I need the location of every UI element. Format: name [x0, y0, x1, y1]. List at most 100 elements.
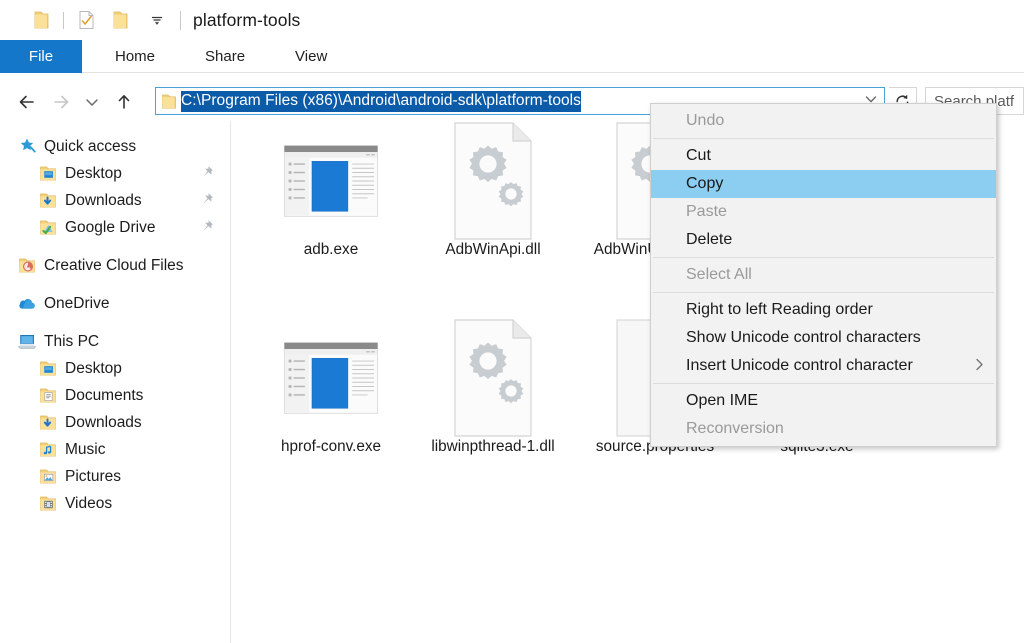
- videos-folder-icon: [38, 494, 58, 514]
- tab-share[interactable]: Share: [186, 40, 264, 73]
- app-window-icon: [283, 328, 379, 428]
- sidebar-label: Music: [65, 442, 105, 458]
- gears-dll-icon: [445, 131, 541, 231]
- sidebar-item-videos[interactable]: Videos: [0, 490, 230, 517]
- folder-icon[interactable]: [28, 7, 54, 33]
- context-menu-separator: [653, 138, 994, 139]
- new-folder-icon[interactable]: [107, 7, 133, 33]
- desktop-folder-icon: [38, 164, 58, 184]
- sidebar-label: OneDrive: [44, 296, 109, 312]
- file-item[interactable]: adb.exe: [250, 131, 412, 260]
- context-menu-label: Delete: [686, 231, 732, 249]
- sidebar-item-quick-access[interactable]: Quick access: [0, 133, 230, 160]
- sidebar-item-this-pc[interactable]: This PC: [0, 328, 230, 355]
- pin-icon[interactable]: [200, 192, 214, 208]
- properties-icon[interactable]: [73, 7, 99, 33]
- this-pc-icon: [17, 332, 37, 352]
- context-menu-separator: [653, 257, 994, 258]
- sidebar-label: Documents: [65, 388, 143, 404]
- tab-view[interactable]: View: [276, 40, 346, 73]
- context-menu-item-cut[interactable]: Cut: [651, 142, 996, 170]
- context-menu-label: Select All: [686, 266, 752, 284]
- context-menu-label: Open IME: [686, 392, 758, 410]
- address-input-text[interactable]: C:\Program Files (x86)\Android\android-s…: [181, 91, 581, 112]
- pictures-folder-icon: [38, 467, 58, 487]
- sidebar-item-music[interactable]: Music: [0, 436, 230, 463]
- file-item[interactable]: hprof-conv.exe: [250, 328, 412, 457]
- context-menu-item-copy[interactable]: Copy: [651, 170, 996, 198]
- context-menu-item-right-to-left-reading-order[interactable]: Right to left Reading order: [651, 296, 996, 324]
- context-menu-separator: [653, 383, 994, 384]
- file-name: AdbWinApi.dll: [415, 240, 571, 260]
- file-item[interactable]: libwinpthread-1.dll: [412, 328, 574, 457]
- chevron-right-icon: [975, 358, 984, 375]
- context-menu-item-paste[interactable]: Paste: [651, 198, 996, 226]
- context-menu-item-insert-unicode-control-character[interactable]: Insert Unicode control character: [651, 352, 996, 380]
- sidebar-item-desktop-pc[interactable]: Desktop: [0, 355, 230, 382]
- ribbon-tab-bar: File Home Share View: [0, 40, 1024, 73]
- context-menu-item-show-unicode-control-characters[interactable]: Show Unicode control characters: [651, 324, 996, 352]
- sidebar-label: Downloads: [65, 415, 142, 431]
- sidebar-item-documents[interactable]: Documents: [0, 382, 230, 409]
- star-pin-icon: [17, 137, 37, 157]
- sidebar-group-gap: [0, 241, 230, 252]
- context-menu-label: Copy: [686, 175, 723, 193]
- sidebar-label: Pictures: [65, 469, 121, 485]
- ribbon-underline: [82, 72, 1024, 73]
- context-menu-label: Reconversion: [686, 420, 784, 438]
- sidebar-item-onedrive[interactable]: OneDrive: [0, 290, 230, 317]
- title-separator: [180, 11, 181, 30]
- file-name: hprof-conv.exe: [253, 437, 409, 457]
- context-menu-label: Insert Unicode control character: [686, 357, 913, 375]
- customize-dropdown-icon[interactable]: [144, 7, 170, 33]
- context-menu-label: Paste: [686, 203, 727, 221]
- title-bar: platform-tools: [0, 0, 1024, 40]
- forward-arrow-icon[interactable]: [44, 87, 76, 117]
- context-menu-separator: [653, 292, 994, 293]
- sidebar-item-downloads-pc[interactable]: Downloads: [0, 409, 230, 436]
- recent-locations-chevron-down-icon[interactable]: [76, 87, 108, 117]
- downloads-folder-icon: [38, 413, 58, 433]
- tab-file[interactable]: File: [0, 40, 82, 73]
- sidebar-label: This PC: [44, 334, 99, 350]
- onedrive-cloud-icon: [17, 294, 37, 314]
- context-menu-item-delete[interactable]: Delete: [651, 226, 996, 254]
- google-drive-folder-icon: [38, 218, 58, 238]
- music-folder-icon: [38, 440, 58, 460]
- pin-icon[interactable]: [200, 219, 214, 235]
- sidebar-group-gap: [0, 317, 230, 328]
- window-title: platform-tools: [193, 10, 300, 31]
- desktop-folder-icon: [38, 359, 58, 379]
- toolbar-separator: [63, 12, 64, 29]
- back-arrow-icon[interactable]: [12, 87, 44, 117]
- navigation-pane: Quick access Desktop: [0, 121, 230, 643]
- sidebar-item-creative-cloud-files[interactable]: Creative Cloud Files: [0, 252, 230, 279]
- sidebar-label: Google Drive: [65, 220, 155, 236]
- sidebar-item-google-drive[interactable]: Google Drive: [0, 214, 230, 241]
- file-name: adb.exe: [253, 240, 409, 260]
- sidebar-item-downloads-quick[interactable]: Downloads: [0, 187, 230, 214]
- sidebar-label: Desktop: [65, 361, 122, 377]
- up-arrow-icon[interactable]: [108, 87, 140, 117]
- tab-home[interactable]: Home: [96, 40, 174, 73]
- file-item[interactable]: AdbWinApi.dll: [412, 131, 574, 260]
- downloads-folder-icon: [38, 191, 58, 211]
- context-menu-item-select-all[interactable]: Select All: [651, 261, 996, 289]
- sidebar-label: Downloads: [65, 193, 142, 209]
- context-menu-item-reconversion[interactable]: Reconversion: [651, 415, 996, 443]
- context-menu-label: Undo: [686, 112, 724, 130]
- sidebar-label: Desktop: [65, 166, 122, 182]
- sidebar-item-pictures[interactable]: Pictures: [0, 463, 230, 490]
- sidebar-label: Creative Cloud Files: [44, 258, 184, 274]
- context-menu-item-open-ime[interactable]: Open IME: [651, 387, 996, 415]
- file-name: libwinpthread-1.dll: [415, 437, 571, 457]
- context-menu-label: Cut: [686, 147, 711, 165]
- sidebar-group-gap: [0, 279, 230, 290]
- sidebar-item-desktop-quick[interactable]: Desktop: [0, 160, 230, 187]
- context-menu-item-undo[interactable]: Undo: [651, 107, 996, 135]
- documents-folder-icon: [38, 386, 58, 406]
- sidebar-label: Videos: [65, 496, 112, 512]
- file-explorer-window: platform-tools File Home Share View: [0, 0, 1024, 643]
- pin-icon[interactable]: [200, 165, 214, 181]
- gears-dll-icon: [445, 328, 541, 428]
